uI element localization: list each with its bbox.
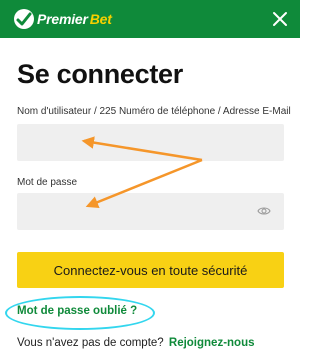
brand-logo[interactable]: Premier Bet <box>13 8 112 30</box>
password-field[interactable] <box>17 193 284 230</box>
username-field[interactable] <box>17 124 284 161</box>
brand-name-prefix: Premier <box>37 11 88 27</box>
logo-icon <box>14 9 34 29</box>
eye-icon[interactable] <box>257 205 271 217</box>
forgot-password-link[interactable]: Mot de passe oublié ? <box>17 305 137 317</box>
join-link[interactable]: Rejoignez-nous <box>169 337 255 349</box>
signup-prompt: Vous n'avez pas de compte? Rejoignez-nou… <box>17 337 255 349</box>
username-label: Nom d'utilisateur / 225 Numéro de téléph… <box>17 106 291 117</box>
password-label: Mot de passe <box>17 177 78 188</box>
login-button[interactable]: Connectez-vous en toute sécurité <box>17 252 284 288</box>
no-account-text: Vous n'avez pas de compte? <box>17 337 164 349</box>
close-icon[interactable] <box>270 9 290 29</box>
app-header: Premier Bet <box>0 0 300 38</box>
brand-name: Premier Bet <box>37 11 112 27</box>
page-title: Se connecter <box>17 59 183 89</box>
brand-name-suffix: Bet <box>89 11 112 27</box>
